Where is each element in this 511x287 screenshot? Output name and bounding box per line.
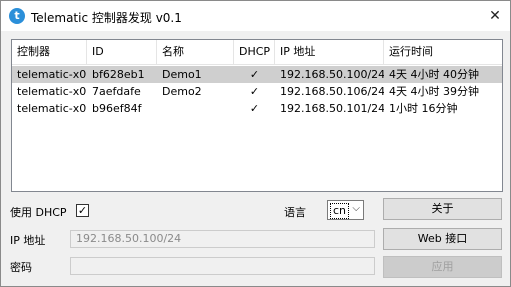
language-select-value: cn: [330, 203, 350, 219]
cell-controller: telematic-x0: [17, 102, 87, 115]
app-logo-icon: t: [9, 8, 25, 24]
table-row[interactable]: telematic-x0 7aefdafe Demo2 ✓ 192.168.50…: [12, 83, 502, 100]
column-header-dhcp[interactable]: DHCP: [234, 40, 275, 64]
chevron-down-icon: ⌵: [352, 203, 360, 214]
column-header-id[interactable]: ID: [87, 40, 157, 64]
about-button[interactable]: 关于: [383, 198, 502, 220]
app-window: t Telematic 控制器发现 v0.1 ✕ 控制器 ID 名称 DHCP …: [0, 0, 511, 287]
cell-ip: 192.168.50.101/24: [280, 102, 384, 115]
table-header: 控制器 ID 名称 DHCP IP 地址 运行时间: [12, 40, 502, 65]
column-header-ip[interactable]: IP 地址: [275, 40, 384, 64]
cell-id: 7aefdafe: [92, 85, 141, 98]
close-icon[interactable]: ✕: [480, 1, 510, 31]
cell-uptime: 4天 4小时 39分钟: [389, 85, 479, 98]
dhcp-label: 使用 DHCP: [10, 206, 67, 219]
cell-dhcp: ✓: [249, 85, 260, 98]
cell-name: [157, 100, 234, 117]
cell-dhcp: ✓: [249, 68, 260, 81]
cell-id: b96ef84f: [92, 102, 142, 115]
ip-address-field[interactable]: 192.168.50.100/24: [70, 230, 375, 248]
cell-controller: telematic-x0: [17, 85, 87, 98]
cell-ip: 192.168.50.106/24: [280, 85, 384, 98]
language-label: 语言: [284, 206, 306, 219]
ip-label: IP 地址: [10, 234, 46, 247]
cell-controller: telematic-x0: [17, 68, 87, 81]
cell-ip: 192.168.50.100/24: [280, 68, 384, 81]
table-row[interactable]: telematic-x0 b96ef84f ✓ 192.168.50.101/2…: [12, 100, 502, 117]
column-header-controller[interactable]: 控制器: [12, 40, 87, 64]
cell-id: bf628eb1: [92, 68, 145, 81]
cell-dhcp: ✓: [249, 102, 260, 115]
apply-button[interactable]: 应用: [383, 256, 502, 278]
table-row[interactable]: telematic-x0 bf628eb1 Demo1 ✓ 192.168.50…: [12, 66, 502, 83]
title-bar: t Telematic 控制器发现 v0.1 ✕: [1, 1, 510, 31]
cell-name: Demo2: [162, 85, 202, 98]
cell-name: Demo1: [162, 68, 202, 81]
controller-table[interactable]: 控制器 ID 名称 DHCP IP 地址 运行时间 telematic-x0 b…: [11, 39, 503, 192]
window-title: Telematic 控制器发现 v0.1: [31, 11, 182, 25]
password-label: 密码: [10, 261, 32, 274]
language-select[interactable]: cn ⌵: [327, 200, 364, 220]
web-interface-button[interactable]: Web 接口: [383, 228, 502, 250]
column-header-name[interactable]: 名称: [157, 40, 234, 64]
cell-uptime: 4天 4小时 40分钟: [389, 68, 479, 81]
column-header-uptime[interactable]: 运行时间: [384, 40, 502, 64]
password-field[interactable]: [70, 257, 375, 275]
dhcp-checkbox[interactable]: ✓: [76, 204, 89, 217]
cell-uptime: 1小时 16分钟: [389, 102, 458, 115]
